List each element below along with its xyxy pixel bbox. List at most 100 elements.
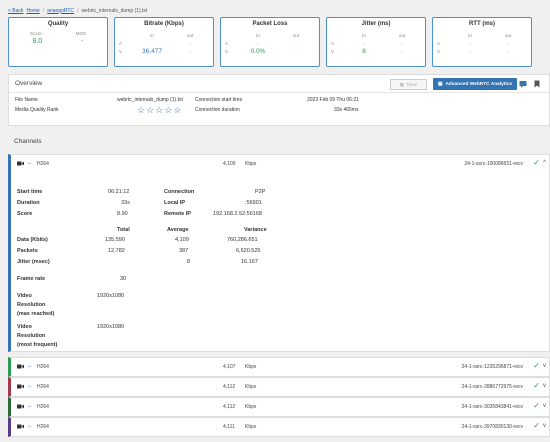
total-header: Total: [117, 227, 130, 233]
chevron-down-icon[interactable]: v: [543, 383, 546, 389]
card-title: Quality: [47, 21, 69, 27]
check-icon: ✓: [533, 401, 540, 410]
breadcrumb-project[interactable]: anangoRTC: [47, 8, 74, 14]
channel-header[interactable]: ← H264 4,107 Kbps 24-1-ssrc-1235296871-r…: [11, 358, 549, 376]
channel-ssrc: 24-1-ssrc-1235296871-recv: [461, 364, 523, 370]
stat-total: 135,590: [105, 237, 125, 243]
overview-body: File Name webrtc_internals_dump (1).txt …: [9, 93, 549, 127]
check-icon: ✓: [533, 421, 540, 430]
channel-header[interactable]: ← H264 4,111 Kbps 24-1-ssrc-3970830130-r…: [11, 418, 549, 436]
jitter-card: Jitter (ms) In out A-- V8-: [326, 17, 426, 67]
channel-kbps: 4,109: [223, 161, 236, 167]
breadcrumb-separator: /: [77, 7, 79, 14]
channel-expanded: ← H264 4,109 Kbps 24-1-ssrc-100086651-re…: [8, 154, 550, 352]
chevron-down-icon[interactable]: v: [543, 363, 546, 369]
video-label: V: [225, 48, 229, 54]
channel-header[interactable]: ← H264 4,112 Kbps 24-1-ssrc-2886772975-r…: [11, 378, 549, 396]
chevron-up-icon[interactable]: ^: [543, 160, 546, 166]
variance-header: Variance: [244, 227, 267, 233]
remote-ip-label: Remote IP: [164, 211, 191, 217]
trace-button[interactable]: ▦ Trace: [390, 79, 427, 90]
duration-value: 33s 465ms: [334, 107, 359, 113]
chevron-down-icon[interactable]: v: [543, 403, 546, 409]
in-label: In: [150, 32, 154, 38]
channel-collapsed[interactable]: ← H264 4,107 Kbps 24-1-ssrc-1235296871-r…: [8, 357, 550, 377]
out-label: out: [186, 32, 194, 38]
video-camera-icon: [17, 364, 24, 369]
check-icon: ✓: [533, 158, 540, 167]
connection-label: Connection: [164, 189, 195, 195]
score-label: Score: [29, 31, 42, 36]
breadcrumb-current: webrtc_internals_dump (1).txt: [81, 7, 148, 14]
arrow-left-icon: ←: [27, 423, 33, 429]
comment-icon[interactable]: [519, 80, 527, 88]
video-label: V: [119, 48, 123, 54]
video-label: V: [331, 48, 335, 54]
out-label: out: [504, 32, 512, 38]
channel-kbps-unit: Kbps: [245, 404, 257, 410]
channel-details: Start time 06:21:12 Duration 33s Score 8…: [11, 173, 549, 351]
local-ip-label: Local IP: [164, 200, 186, 206]
bookmark-icon[interactable]: [533, 80, 541, 88]
breadcrumb-separator: /: [42, 7, 45, 14]
card-title: RTT (ms): [469, 21, 495, 27]
channel-ssrc: 24-1-ssrc-3035843841-recv: [461, 404, 523, 410]
overview-panel: Overview ▦ Trace ▣ Advanced WebRTC Analy…: [8, 74, 550, 126]
packet-loss-card: Packet Loss In out A-- V 0.0% -: [220, 17, 320, 67]
star-icon: ☆: [137, 105, 146, 115]
channel-kbps: 4,107: [223, 364, 236, 370]
breadcrumb: < Back Home / anangoRTC / webrtc_interna…: [8, 6, 147, 15]
breadcrumb-home[interactable]: Home: [26, 8, 39, 14]
quality-rank-stars: ☆ ☆ ☆ ☆ ☆: [137, 106, 181, 115]
stat-label: Data (Kbits): [17, 237, 48, 243]
out-label: out: [398, 32, 406, 38]
res-max-label: Video: [17, 293, 32, 299]
audio-label: A: [225, 40, 229, 46]
stat-average: 387: [179, 248, 189, 254]
out-label: out: [292, 32, 300, 38]
advanced-analytics-button[interactable]: ▣ Advanced WebRTC Analytics: [433, 78, 517, 90]
score-value: 8.90: [117, 211, 128, 217]
res-freq-label: (most frequent): [17, 342, 58, 348]
channel-collapsed[interactable]: ← H264 4,111 Kbps 24-1-ssrc-3970830130-r…: [8, 417, 550, 437]
quality-card: Quality Score MOS 9.0 -: [8, 17, 108, 67]
channel-codec: H264: [37, 364, 49, 370]
audio-in: -: [257, 40, 259, 46]
video-in: 36,477: [142, 47, 162, 55]
rtt-card: RTT (ms) In out A - - V - -: [432, 17, 532, 67]
channel-codec: H264: [37, 404, 49, 410]
average-header: Average: [167, 227, 189, 233]
channel-header[interactable]: ← H264 4,112 Kbps 24-1-ssrc-3035843841-r…: [11, 398, 549, 416]
chevron-down-icon[interactable]: v: [543, 423, 546, 429]
duration-label: Duration: [17, 200, 40, 206]
channel-collapsed[interactable]: ← H264 4,112 Kbps 24-1-ssrc-2886772975-r…: [8, 377, 550, 397]
channels-title: Channels: [14, 138, 42, 145]
channel-kbps: 4,111: [223, 424, 235, 430]
score-value: 9.0: [32, 38, 43, 45]
star-icon: ☆: [155, 105, 164, 115]
back-link[interactable]: < Back: [8, 8, 23, 14]
card-title: Packet Loss: [252, 21, 288, 27]
channel-codec: H264: [37, 161, 49, 167]
overview-header: Overview ▦ Trace ▣ Advanced WebRTC Analy…: [9, 75, 549, 93]
mos-value: -: [81, 38, 84, 45]
audio-in: -: [363, 40, 365, 46]
video-camera-icon: [17, 424, 24, 429]
res-max-value: 1920x1080: [97, 293, 125, 299]
channel-kbps-unit: Kbps: [245, 384, 257, 390]
channel-kbps-unit: Kbps: [245, 424, 257, 430]
remote-ip-value: 192.168.2.52:56168: [213, 211, 262, 217]
audio-out: -: [189, 40, 191, 46]
video-camera-icon: [17, 161, 24, 166]
audio-label: A: [331, 40, 335, 46]
metrics-bar: Quality Score MOS 9.0 - Bitrate (Kbps) I…: [8, 17, 550, 69]
stat-average: 8: [187, 259, 191, 265]
channel-collapsed[interactable]: ← H264 4,112 Kbps 24-1-ssrc-3035843841-r…: [8, 397, 550, 417]
stat-average: 4,109: [175, 237, 189, 243]
card-title: Bitrate (Kbps): [144, 21, 184, 27]
arrow-left-icon: ←: [27, 160, 33, 166]
mos-label: MOS: [75, 31, 86, 36]
star-icon: ☆: [146, 105, 155, 115]
video-label: V: [437, 48, 441, 54]
channel-header[interactable]: ← H264 4,109 Kbps 24-1-ssrc-100086651-re…: [11, 155, 549, 173]
